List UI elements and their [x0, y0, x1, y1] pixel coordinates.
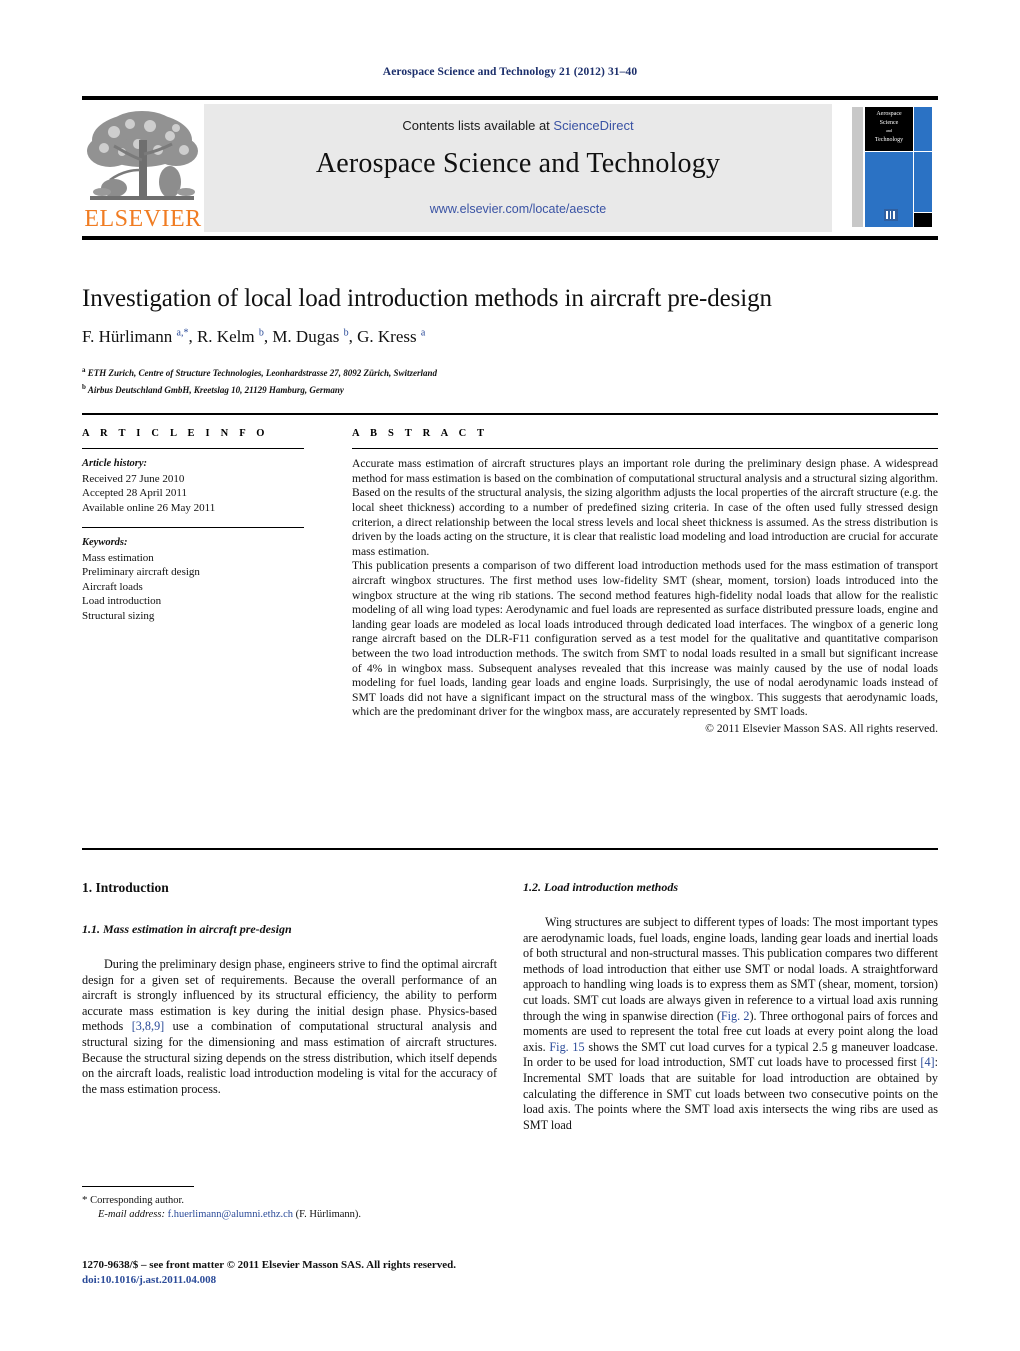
- keyword-item: Load introduction: [82, 595, 162, 608]
- article-info-rule-1: [82, 448, 304, 450]
- page-title: Investigation of local load introduction…: [82, 285, 772, 312]
- subsection-heading-1-2: 1.2. Load introduction methods: [523, 880, 679, 894]
- cover-panel-right: [914, 152, 932, 212]
- body-part: shows the SMT cut load curves for a typi…: [523, 1039, 938, 1070]
- contents-prefix: Contents lists available at: [402, 118, 554, 133]
- affiliation-text-a: ETH Zurich, Centre of Structure Technolo…: [87, 368, 437, 378]
- abstract-copyright: © 2011 Elsevier Masson SAS. All rights r…: [705, 721, 938, 735]
- abstract-paragraph: Accurate mass estimation of aircraft str…: [352, 457, 938, 558]
- keywords-block: Keywords: Mass estimation Preliminary ai…: [82, 536, 304, 623]
- body-part: Wing structures are subject to different…: [523, 915, 938, 1023]
- body-column-right: 1.2. Load introduction methods Wing stru…: [523, 880, 938, 1133]
- citation-link[interactable]: [4]: [920, 1055, 934, 1069]
- cover-line-3: and: [885, 128, 893, 133]
- subsection-heading-1-1: 1.1. Mass estimation in aircraft pre-des…: [82, 922, 292, 936]
- elsevier-logo: ELSEVIER: [84, 104, 202, 232]
- journal-banner: Contents lists available at ScienceDirec…: [204, 104, 832, 232]
- asterisk-icon: *: [82, 1194, 88, 1206]
- masthead-bottom-rule: [82, 236, 938, 240]
- cover-publisher-mark: [884, 209, 898, 221]
- affiliation-marker-a: a: [82, 366, 86, 374]
- keywords-label: Keywords:: [82, 537, 128, 549]
- history-available: Available online 26 May 2011: [82, 501, 216, 514]
- email-note: E-mail address: f.huerlimann@alumni.ethz…: [82, 1208, 497, 1222]
- article-info-heading: A R T I C L E I N F O: [82, 428, 269, 439]
- article-history-label: Article history:: [82, 458, 148, 470]
- footnote-rule: [82, 1186, 194, 1188]
- journal-name: Aerospace Science and Technology: [315, 148, 721, 179]
- contents-list-line: Contents lists available at ScienceDirec…: [204, 118, 832, 133]
- abstract-rule: [352, 448, 938, 450]
- article-info-column: A R T I C L E I N F O Article history: R…: [82, 428, 304, 623]
- doi-link[interactable]: doi:10.1016/j.ast.2011.04.008: [82, 1273, 542, 1288]
- cover-header-band: Aerospace Science and Technology: [865, 107, 913, 151]
- affiliation-a: a ETH Zurich, Centre of Structure Techno…: [82, 364, 952, 381]
- sciencedirect-link[interactable]: ScienceDirect: [553, 118, 633, 133]
- keyword-item: Aircraft loads: [82, 580, 143, 593]
- cover-line-1: Aerospace: [876, 111, 902, 117]
- affiliation-text-b: Airbus Deutschland GmbH, Kreetslag 10, 2…: [87, 384, 344, 395]
- cover-line-2: Science: [879, 119, 899, 126]
- body-paragraph: Wing structures are subject to different…: [523, 915, 938, 1133]
- section-heading-1: 1. Introduction: [82, 880, 169, 895]
- affiliation-marker-b: b: [82, 382, 86, 391]
- author-list: F. Hürlimann a,*, R. Kelm b, M. Dugas b,…: [82, 327, 952, 347]
- cover-spine: [852, 107, 863, 227]
- elsevier-tree-icon: ELSEVIER: [84, 104, 202, 232]
- running-head: Aerospace Science and Technology 21 (201…: [382, 66, 638, 78]
- body-text-right: Wing structures are subject to different…: [523, 915, 938, 1133]
- affiliation-list: a ETH Zurich, Centre of Structure Techno…: [82, 364, 952, 397]
- body-top-rule: [82, 848, 938, 850]
- body-text-left: During the preliminary design phase, eng…: [82, 957, 497, 1097]
- history-received: Received 27 June 2010: [82, 472, 185, 485]
- cover-title-text: Aerospace Science and Technology: [865, 110, 913, 144]
- journal-masthead: ELSEVIER Contents lists available at Sci…: [82, 96, 938, 240]
- email-label: E-mail address:: [98, 1209, 165, 1220]
- abstract-heading: A B S T R A C T: [352, 428, 489, 439]
- imprint-line: 1270-9638/$ – see front matter © 2011 El…: [82, 1259, 457, 1271]
- article-history-block: Article history: Received 27 June 2010 A…: [82, 457, 304, 515]
- journal-url[interactable]: www.elsevier.com/locate/aescte: [204, 202, 832, 216]
- corresponding-author-note: * Corresponding author.: [82, 1193, 497, 1208]
- cover-panel-topright: [914, 107, 932, 151]
- journal-cover-thumbnail: Aerospace Science and Technology: [848, 101, 936, 235]
- cover-line-4: Technology: [874, 136, 904, 143]
- article-page: Aerospace Science and Technology 21 (201…: [0, 0, 1020, 1351]
- cover-panel-bottomright: [914, 213, 932, 227]
- article-info-rule-2: [82, 527, 304, 529]
- email-owner: (F. Hürlimann).: [295, 1209, 362, 1220]
- keyword-item: Mass estimation: [82, 551, 154, 564]
- corresponding-author-text: Corresponding author.: [90, 1195, 185, 1206]
- citation-link[interactable]: [3,8,9]: [132, 1019, 165, 1033]
- svg-text:ELSEVIER: ELSEVIER: [84, 206, 201, 232]
- history-accepted: Accepted 28 April 2011: [82, 487, 187, 500]
- email-link[interactable]: f.huerlimann@alumni.ethz.ch: [168, 1209, 293, 1220]
- affiliation-b: b Airbus Deutschland GmbH, Kreetslag 10,…: [82, 381, 952, 398]
- footnote-block: * Corresponding author. E-mail address: …: [82, 1193, 497, 1222]
- body-paragraph: During the preliminary design phase, eng…: [82, 957, 497, 1097]
- abstract-column: A B S T R A C T Accurate mass estimation…: [352, 428, 938, 736]
- keyword-item: Preliminary aircraft design: [82, 566, 200, 579]
- abstract-text: Accurate mass estimation of aircraft str…: [352, 457, 938, 736]
- abstract-paragraph: This publication presents a comparison o…: [352, 559, 938, 719]
- keyword-item: Structural sizing: [82, 609, 155, 622]
- figure-link[interactable]: Fig. 15: [549, 1040, 584, 1054]
- body-column-left: 1. Introduction 1.1. Mass estimation in …: [82, 880, 497, 1097]
- authors-text: F. Hürlimann a,*, R. Kelm b, M. Dugas b,…: [82, 327, 426, 346]
- figure-link[interactable]: Fig. 2: [721, 1009, 750, 1023]
- info-top-rule: [82, 413, 938, 415]
- imprint-block: 1270-9638/$ – see front matter © 2011 El…: [82, 1258, 542, 1287]
- masthead-top-rule: [82, 96, 938, 100]
